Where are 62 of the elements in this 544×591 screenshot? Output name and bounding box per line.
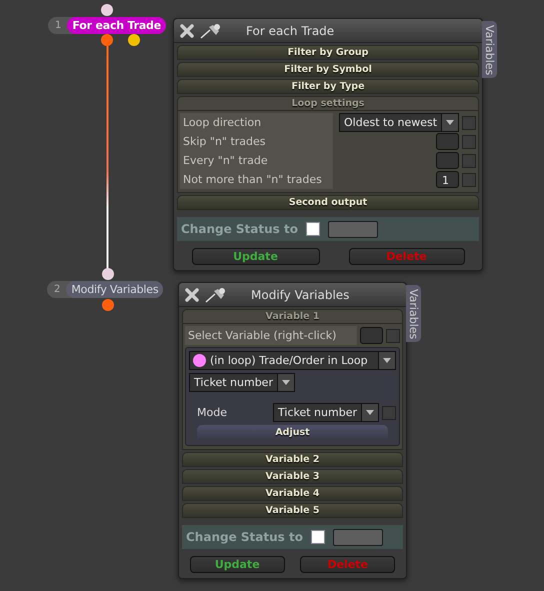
output-port[interactable] (102, 299, 114, 311)
section-header[interactable]: Filter by Group (177, 45, 479, 60)
section-header[interactable]: Variable 2 (182, 452, 403, 467)
section-header[interactable]: Variable 3 (182, 469, 403, 484)
dropdown-caret[interactable] (378, 352, 395, 369)
variable-dropdown[interactable]: (in loop) Trade/Order in Loop (189, 351, 396, 370)
number-input[interactable] (436, 152, 459, 169)
caret-icon (383, 358, 391, 363)
pin-icon[interactable] (200, 22, 222, 38)
checkbox[interactable] (310, 530, 325, 544)
adjust-button[interactable]: Adjust (197, 425, 388, 439)
status-label: Change Status to (181, 222, 298, 236)
checkbox[interactable] (386, 328, 400, 342)
checkbox[interactable] (306, 222, 320, 236)
status-color-field[interactable] (332, 528, 383, 546)
dropdown-caret[interactable] (441, 114, 458, 131)
variables-tab[interactable]: Variables (482, 21, 497, 78)
output-port[interactable] (101, 34, 113, 46)
panel-title: For each Trade (246, 24, 334, 38)
section-header[interactable]: Second output (177, 195, 479, 210)
dropdown[interactable]: Ticket number (189, 373, 295, 392)
dropdown[interactable]: Ticket number (273, 403, 379, 422)
checkbox[interactable] (462, 116, 476, 130)
input-port[interactable] (102, 268, 114, 280)
panel-title: Modify Variables (251, 288, 350, 302)
number-input[interactable]: 1 (436, 171, 459, 188)
section-header[interactable]: Variable 5 (182, 503, 403, 518)
node-label[interactable]: For each Trade (67, 17, 166, 34)
output-port[interactable] (128, 34, 140, 46)
setting-label: Mode (197, 406, 228, 419)
number-input[interactable] (436, 133, 459, 150)
node-label[interactable]: Modify Variables (66, 281, 164, 298)
pin-icon[interactable] (205, 286, 227, 302)
checkbox[interactable] (462, 172, 476, 186)
section-header[interactable]: Variable 4 (182, 486, 403, 501)
dropdown[interactable]: Oldest to newest (339, 113, 460, 132)
setting-label: Not more than "n" trades (180, 170, 333, 189)
input-port[interactable] (101, 4, 113, 16)
checkbox[interactable] (382, 406, 396, 420)
caret-icon (366, 410, 374, 415)
checkbox[interactable] (462, 154, 476, 168)
checkbox[interactable] (462, 134, 476, 148)
caret-icon (282, 380, 290, 385)
status-color-field[interactable] (328, 220, 378, 238)
node-number: 2 (53, 284, 62, 295)
setting-label: Every "n" trade (180, 151, 333, 170)
dropdown-caret[interactable] (361, 404, 378, 421)
circle-icon (193, 354, 206, 367)
update-button[interactable]: Update (192, 248, 320, 265)
node-number: 1 (54, 20, 62, 31)
status-label: Change Status to (186, 530, 303, 544)
close-icon[interactable] (180, 24, 194, 38)
caret-icon (446, 120, 454, 125)
variables-tab[interactable]: Variables (406, 285, 421, 342)
section-header[interactable]: Filter by Type (177, 79, 479, 94)
setting-label: Skip "n" trades (180, 132, 333, 151)
close-icon[interactable] (185, 288, 199, 302)
setting-label: Select Variable (right-click) (185, 326, 357, 345)
update-button[interactable]: Update (190, 556, 285, 573)
setting-label: Loop direction (180, 113, 333, 132)
section-header[interactable]: Filter by Symbol (177, 62, 479, 77)
dropdown-caret[interactable] (276, 374, 294, 391)
